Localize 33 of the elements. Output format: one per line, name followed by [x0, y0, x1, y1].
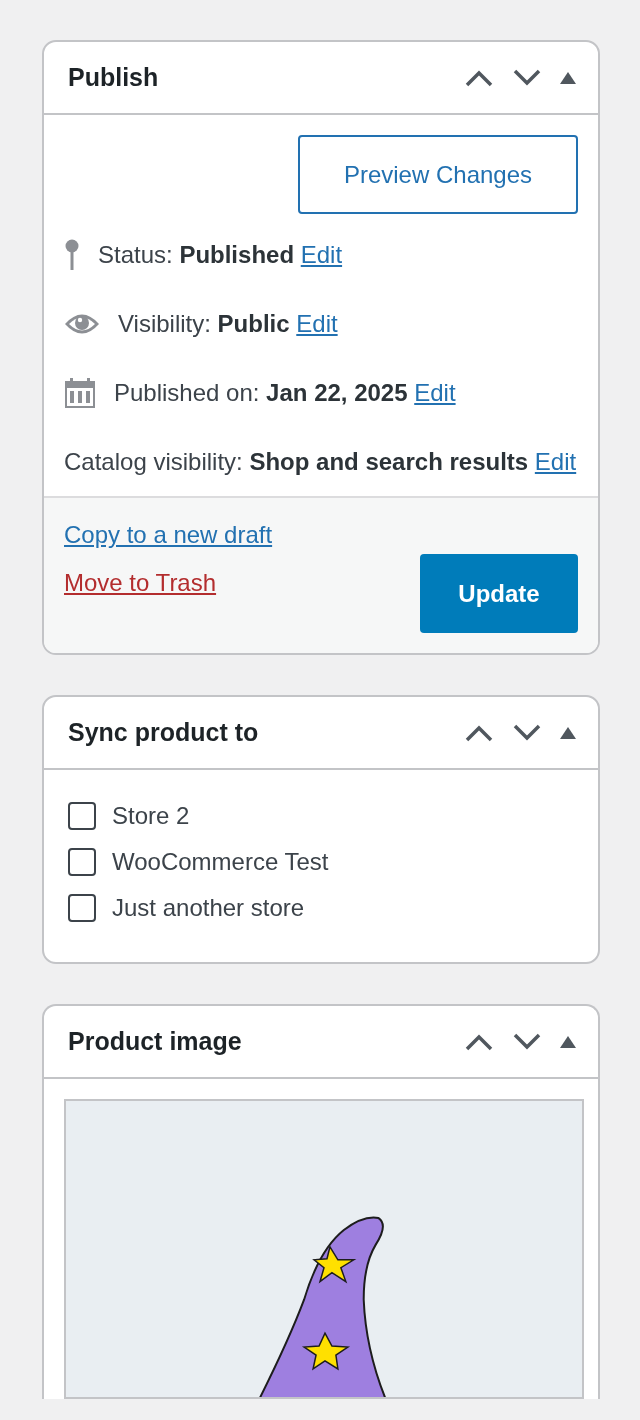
catalog-visibility-text: Catalog visibility: Shop and search results Edit [64, 447, 577, 477]
move-down-icon[interactable] [512, 68, 542, 87]
panel-title: Product image [68, 1027, 242, 1056]
move-up-icon[interactable] [464, 68, 494, 87]
move-up-icon[interactable] [464, 1032, 494, 1051]
status-text: Published on: Jan 22, 2025 Edit [114, 378, 456, 408]
pin-icon [64, 238, 80, 271]
edit-link[interactable]: Edit [534, 448, 577, 475]
collapse-icon[interactable] [560, 71, 576, 84]
status-text: Status: Published Edit [98, 240, 343, 270]
move-to-trash-link[interactable]: Move to Trash [64, 568, 273, 598]
checkbox[interactable] [68, 894, 96, 922]
edit-link[interactable]: Edit [296, 310, 338, 337]
copy-draft-link[interactable]: Copy to a new draft [64, 520, 273, 550]
collapse-icon[interactable] [560, 1035, 576, 1048]
move-down-icon[interactable] [512, 1032, 542, 1051]
checkbox[interactable] [68, 802, 96, 830]
panel-title: Sync product to [68, 718, 259, 747]
edit-link[interactable]: Edit [300, 241, 343, 268]
update-button[interactable]: Update [420, 554, 578, 633]
store-label: WooCommerce Test [112, 848, 329, 876]
edit-link[interactable]: Edit [414, 379, 456, 406]
preview-changes-button[interactable]: Preview Changes [298, 135, 578, 214]
eye-icon [64, 312, 100, 335]
calendar-icon [64, 376, 96, 409]
collapse-icon[interactable] [560, 726, 576, 739]
checkbox[interactable] [68, 848, 96, 876]
panel-title: Publish [68, 63, 159, 92]
move-down-icon[interactable] [512, 723, 542, 742]
store-label: Store 2 [112, 802, 190, 830]
status-text: Visibility: Public Edit [118, 309, 338, 339]
store-label: Just another store [112, 894, 305, 922]
move-up-icon[interactable] [464, 723, 494, 742]
